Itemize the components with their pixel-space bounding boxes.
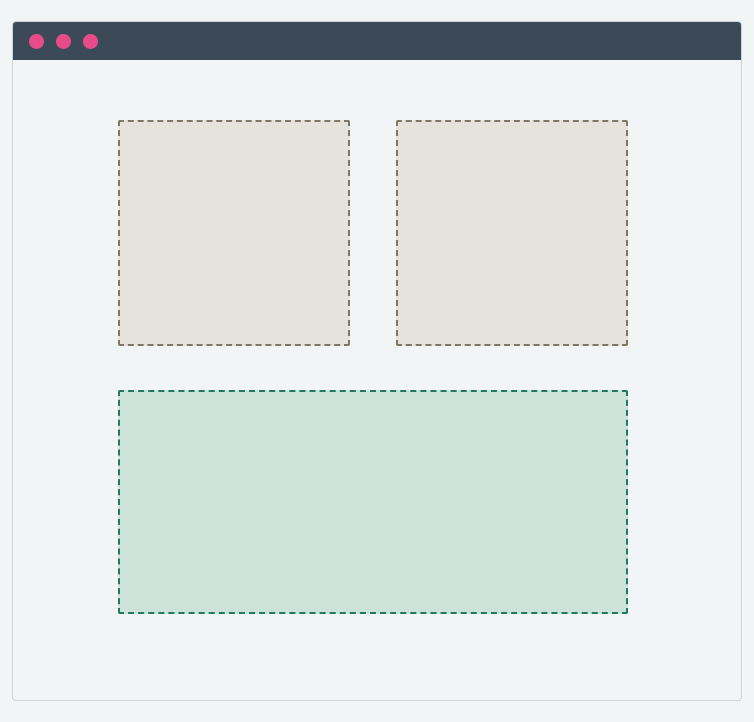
window-control-dot[interactable]	[83, 34, 98, 49]
window-control-dot[interactable]	[56, 34, 71, 49]
layout-box-top-left	[118, 120, 350, 346]
window-control-dot[interactable]	[29, 34, 44, 49]
layout-box-bottom	[118, 390, 628, 614]
layout-row-top	[118, 120, 636, 346]
window-titlebar	[13, 22, 741, 60]
window-content	[13, 60, 741, 700]
browser-window	[12, 21, 742, 701]
layout-box-top-right	[396, 120, 628, 346]
